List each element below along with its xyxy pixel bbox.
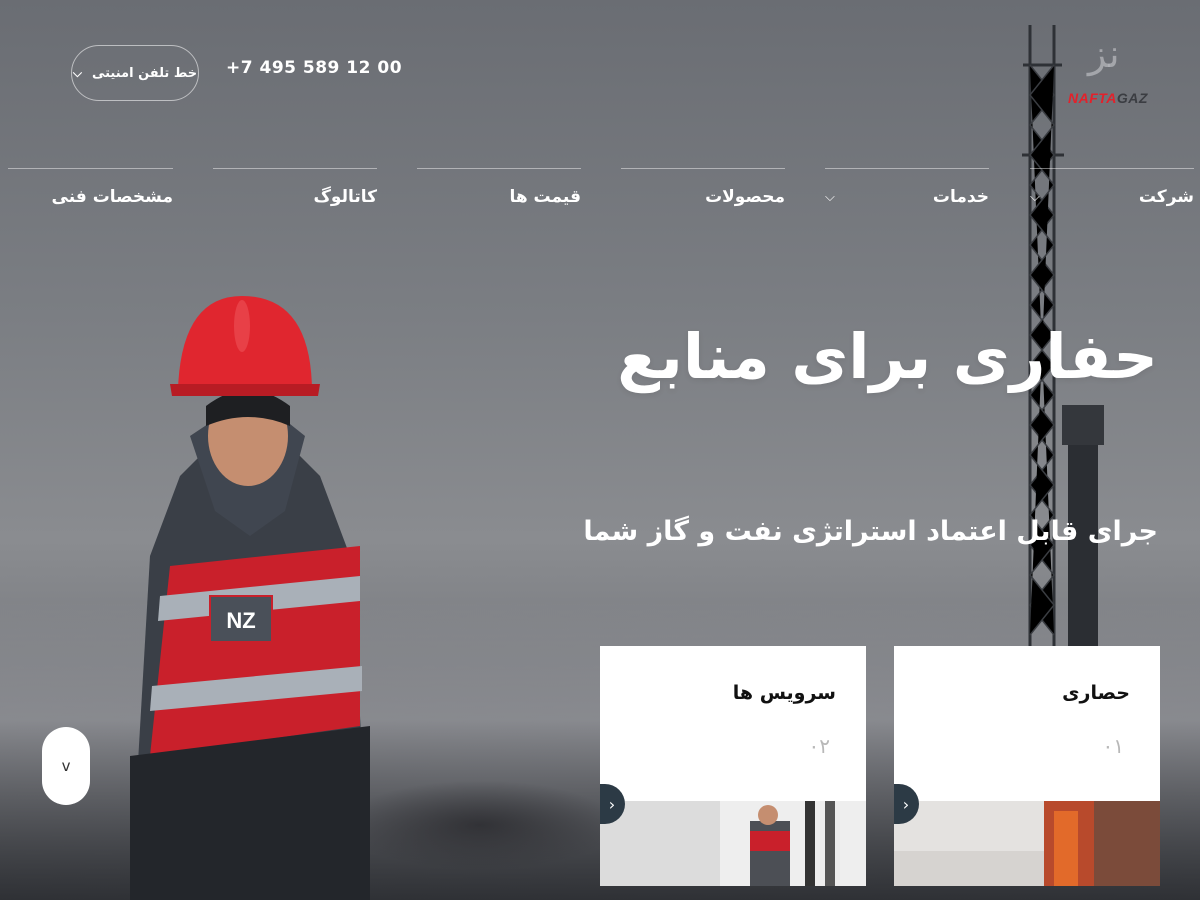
chevron-down-icon: ⌵: [1030, 190, 1040, 205]
card-title: سرویس ها: [732, 682, 836, 704]
nafta-gaz-logo[interactable]: ﻧﺰ NAFTAGAZ: [1062, 28, 1162, 110]
chevron-left-icon: ‹: [608, 794, 616, 814]
hero-subtitle: جرای قابل اعتماد استراتژی نفت و گاز شما: [583, 516, 1158, 547]
card-drilling[interactable]: حصاری ۰۱ ‹: [894, 646, 1160, 886]
chevron-down-icon: ⌵: [72, 65, 82, 80]
nav-item-catalog[interactable]: کاتالوگ: [213, 168, 377, 216]
jacket-badge: NZ: [226, 608, 255, 633]
logo-wordmark: NAFTAGAZ: [1068, 90, 1148, 106]
nav-item-prices[interactable]: قیمت ها: [417, 168, 581, 216]
card-services[interactable]: سرویس ها ۰۲ ‹: [600, 646, 866, 886]
card-number: ۰۱: [1102, 734, 1124, 758]
card-image-drilling: [894, 801, 1160, 886]
security-hotline-dropdown[interactable]: خط تلفن امنیتی ⌵: [71, 45, 199, 101]
card-title: حصاری: [1062, 682, 1130, 704]
nav-item-label: محصولات: [705, 187, 785, 207]
phone-number[interactable]: +7 495 589 12 00: [226, 58, 402, 78]
nav-item-label: مشخصات فنی: [51, 187, 173, 207]
nav-item-label: کاتالوگ: [313, 187, 377, 207]
chevron-down-icon: v: [61, 757, 71, 775]
scroll-down-button[interactable]: v: [42, 727, 90, 805]
nav-item-label: قیمت ها: [509, 187, 581, 207]
nav-item-company[interactable]: شرکت ⌵: [1030, 168, 1194, 216]
nz-monogram-icon: ﻧﺰ: [1088, 32, 1120, 76]
chevron-down-icon: ⌵: [825, 190, 835, 205]
card-number: ۰۲: [808, 734, 830, 758]
nav-item-label: خدمات: [932, 187, 989, 207]
card-image-services: [600, 801, 866, 886]
hotline-label: خط تلفن امنیتی: [91, 65, 198, 81]
nav-item-products[interactable]: محصولات: [621, 168, 785, 216]
worker-image: NZ: [110, 296, 390, 900]
nav-item-specifications[interactable]: مشخصات فنی: [8, 168, 173, 216]
nav-item-services[interactable]: خدمات ⌵: [825, 168, 989, 216]
nav-item-label: شرکت: [1138, 187, 1194, 207]
chevron-left-icon: ‹: [902, 794, 910, 814]
hero-title: حفاری برای منابع: [617, 320, 1158, 393]
